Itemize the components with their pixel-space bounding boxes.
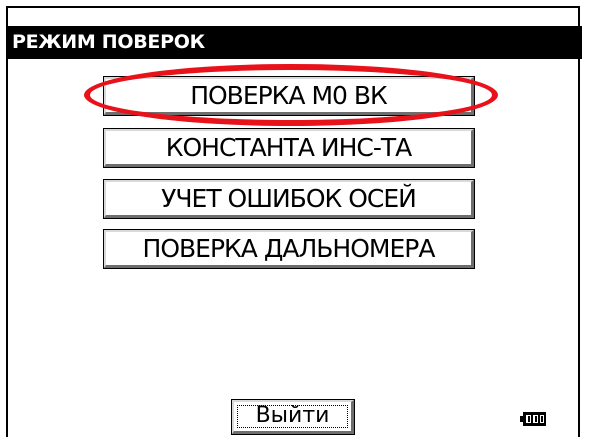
menu-button-uchet-oshibok[interactable]: УЧЕТ ОШИБОК ОСЕЙ [103,179,475,219]
battery-full-icon [520,412,546,426]
device-screen: РЕЖИМ ПОВЕРОК ПОВЕРКА М0 ВК КОНСТАНТА ИН… [0,0,589,443]
exit-button[interactable]: Выйти [231,399,355,435]
window-title: РЕЖИМ ПОВЕРОК [12,31,205,53]
menu-button-konstanta[interactable]: КОНСТАНТА ИНС-ТА [103,128,475,168]
menu-button-label: ПОВЕРКА ДАЛЬНОМЕРА [142,234,436,263]
menu-button-label: УЧЕТ ОШИБОК ОСЕЙ [161,184,417,213]
red-highlight-ellipse [84,64,498,126]
menu-button-poverka-dalnomera[interactable]: ПОВЕРКА ДАЛЬНОМЕРА [103,229,475,269]
menu-button-label: КОНСТАНТА ИНС-ТА [165,133,413,162]
window-title-bar: РЕЖИМ ПОВЕРОК [8,26,582,59]
exit-button-label: Выйти [255,403,330,428]
